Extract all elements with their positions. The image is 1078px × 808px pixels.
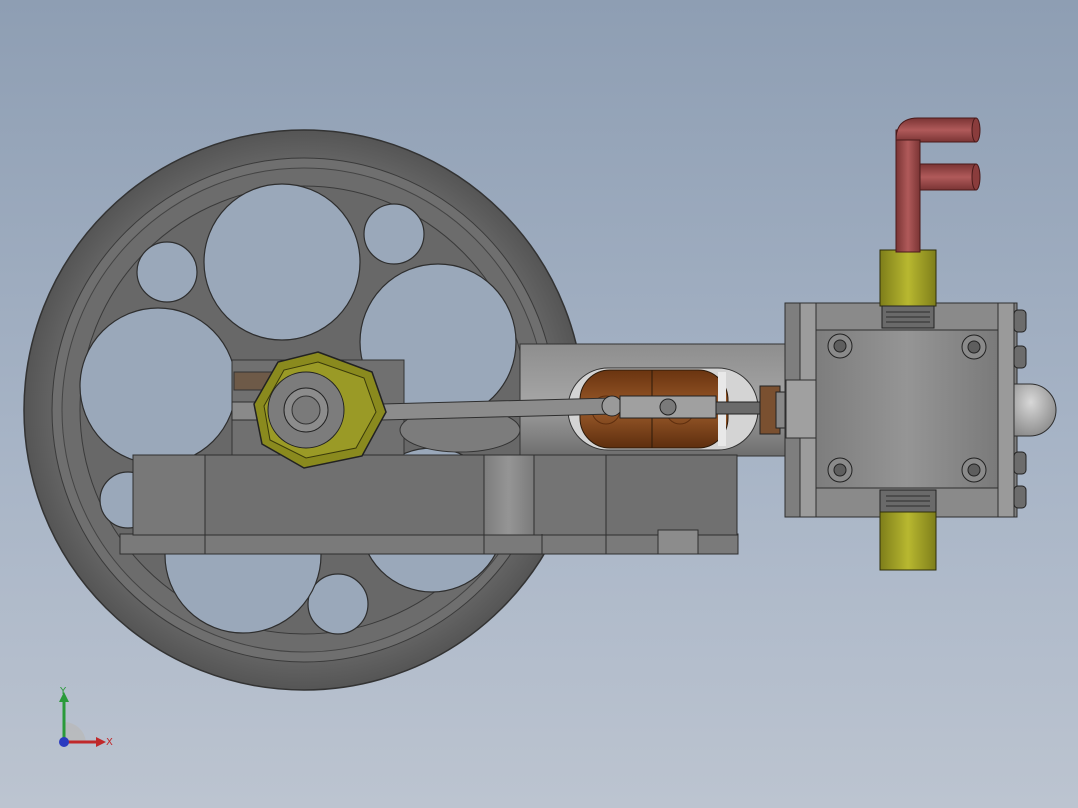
engine-model[interactable] bbox=[0, 0, 1078, 808]
engine-base[interactable] bbox=[119, 454, 739, 555]
cylinder-block[interactable] bbox=[784, 302, 1057, 518]
x-arrow bbox=[96, 737, 106, 747]
brass-fitting-bottom[interactable] bbox=[879, 489, 937, 571]
graphics-viewport[interactable]: Y X bbox=[0, 0, 1078, 808]
y-axis-label: Y bbox=[59, 686, 67, 697]
x-axis-label: X bbox=[106, 737, 113, 748]
coordinate-triad: Y X bbox=[59, 686, 113, 748]
brass-fitting-top[interactable] bbox=[879, 249, 937, 329]
steam-pipe[interactable] bbox=[895, 117, 981, 253]
z-axis-dot bbox=[59, 737, 69, 747]
